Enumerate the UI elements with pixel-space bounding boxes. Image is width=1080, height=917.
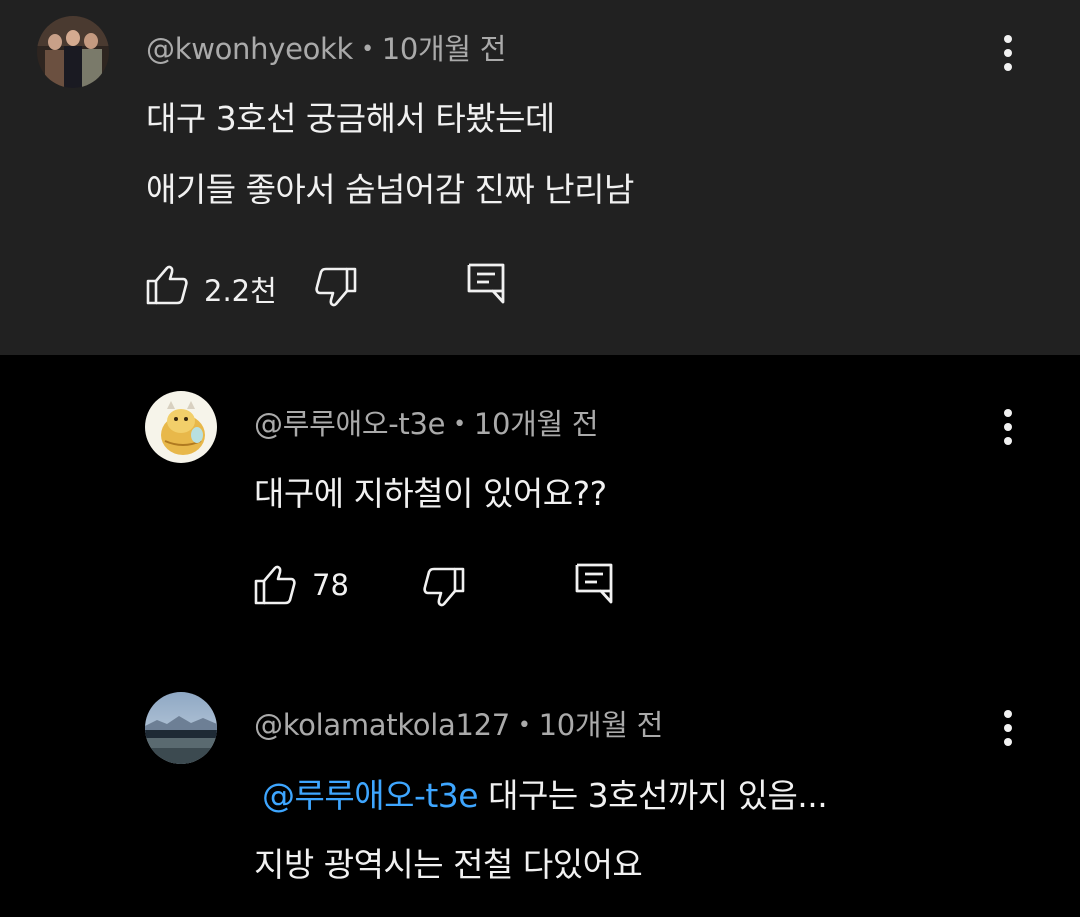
thumbs-down-icon xyxy=(315,267,357,307)
comment-text-line: 대구에 지하철이 있어요?? xyxy=(254,474,607,513)
comment-author[interactable]: @루루애오-t3e xyxy=(254,407,445,441)
avatar-illustration xyxy=(145,391,217,463)
comment-text-line: 지방 광역시는 전철 다있어요 xyxy=(254,845,643,884)
meta-separator: • xyxy=(517,713,531,738)
avatar[interactable] xyxy=(145,391,217,463)
more-vert-icon xyxy=(1004,409,1012,445)
comment-text-line: 애기들 좋아서 숨넘어감 진짜 난리남 xyxy=(146,170,634,209)
reply-icon xyxy=(575,563,613,604)
avatar-photo xyxy=(37,16,109,88)
comment-meta: @kwonhyeokk • 10개월 전 xyxy=(146,26,506,68)
comment-time: 10개월 전 xyxy=(473,407,599,441)
avatar[interactable] xyxy=(37,16,109,88)
more-options-button[interactable] xyxy=(988,402,1028,452)
comment-time: 10개월 전 xyxy=(538,708,664,742)
mention-link[interactable]: @루루애오-t3e xyxy=(262,776,479,815)
like-count: 78 xyxy=(312,568,349,602)
more-options-button[interactable] xyxy=(988,703,1028,753)
thumbs-down-icon xyxy=(423,567,465,607)
meta-separator: • xyxy=(361,37,374,62)
avatar-landscape xyxy=(145,692,217,764)
dislike-button[interactable] xyxy=(422,566,466,608)
comment-text: 대구는 3호선까지 있음... xyxy=(488,776,828,815)
like-count: 2.2천 xyxy=(204,274,277,308)
comment-meta: @루루애오-t3e • 10개월 전 xyxy=(254,401,599,443)
comment-time: 10개월 전 xyxy=(381,32,507,66)
comment-author[interactable]: @kwonhyeokk xyxy=(146,32,353,66)
comment-text-line: 대구 3호선 궁금해서 타봤는데 xyxy=(146,99,555,138)
reply-button[interactable] xyxy=(466,262,506,306)
like-button[interactable] xyxy=(145,264,189,306)
comment-meta: @kolamatkola127 • 10개월 전 xyxy=(254,702,663,744)
reply-icon xyxy=(467,263,505,304)
meta-separator: • xyxy=(453,412,466,437)
more-vert-icon xyxy=(1004,35,1012,71)
like-button[interactable] xyxy=(253,564,297,606)
comment-text-line: @루루애오-t3e 대구는 3호선까지 있음... xyxy=(262,769,828,817)
reply-button[interactable] xyxy=(574,562,614,606)
comment-author[interactable]: @kolamatkola127 xyxy=(254,708,510,742)
dislike-button[interactable] xyxy=(314,266,358,308)
thumbs-up-icon xyxy=(146,265,188,305)
more-vert-icon xyxy=(1004,710,1012,746)
more-options-button[interactable] xyxy=(988,28,1028,78)
thumbs-up-icon xyxy=(254,565,296,605)
avatar[interactable] xyxy=(145,692,217,764)
